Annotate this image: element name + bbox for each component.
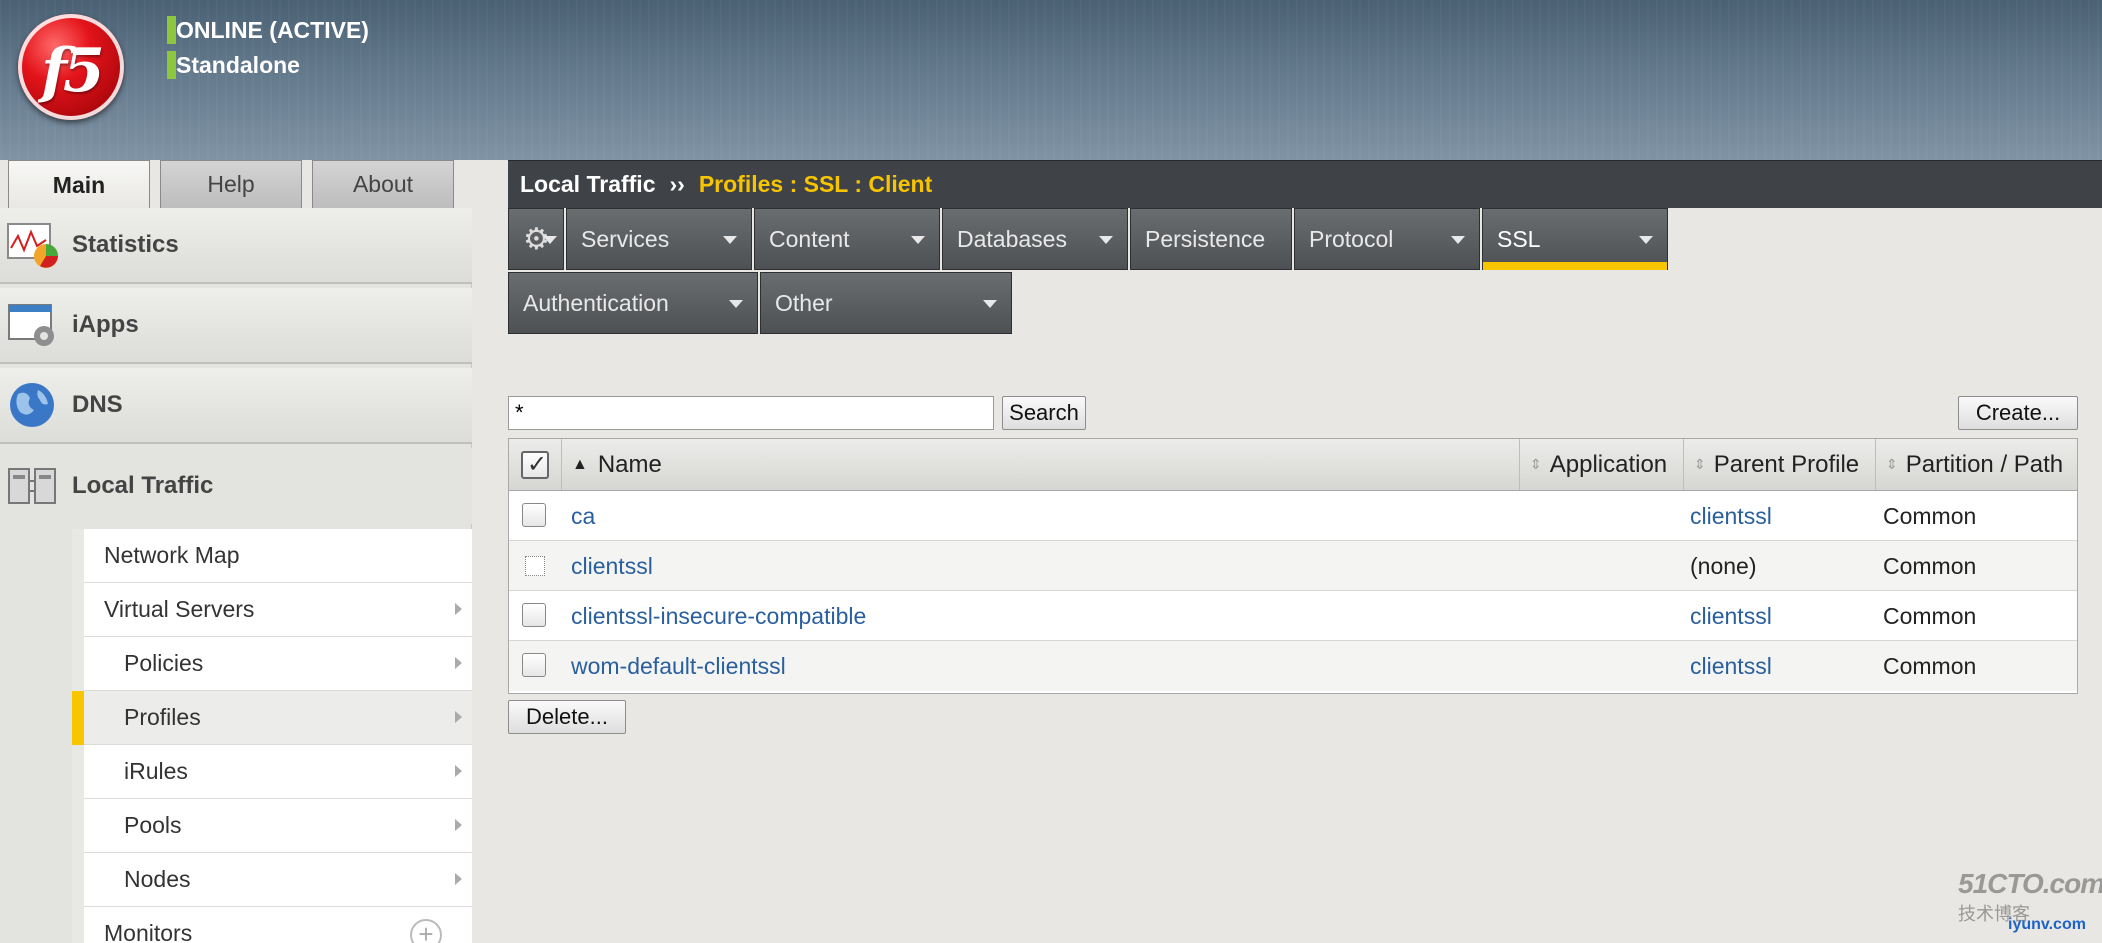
nav-ssl[interactable]: SSL — [1482, 208, 1668, 270]
profile-name-link[interactable]: ca — [571, 503, 595, 530]
sidebar-item-local-traffic[interactable]: Local Traffic — [0, 448, 472, 524]
status-online: ONLINE (ACTIVE) — [167, 16, 369, 44]
gear-menu-button[interactable]: ⚙ — [508, 208, 564, 270]
partition-cell: Common — [1883, 603, 1977, 629]
delete-button[interactable]: Delete... — [508, 700, 626, 734]
caret-down-icon — [729, 300, 743, 308]
breadcrumb-current: Profiles : SSL : Client — [698, 171, 933, 197]
caret-down-icon — [723, 236, 737, 244]
breadcrumb-separator: ›› — [669, 171, 685, 197]
search-button[interactable]: Search — [1002, 396, 1086, 430]
local-traffic-icon — [6, 461, 60, 511]
sort-ascending-icon: ▲ — [572, 455, 588, 473]
sidebar-item-irules[interactable]: iRules — [84, 745, 472, 799]
search-input[interactable] — [508, 396, 994, 430]
sidebar-item-pools[interactable]: Pools — [84, 799, 472, 853]
nav-content[interactable]: Content — [754, 208, 940, 270]
row-checkbox-disabled — [525, 556, 545, 576]
caret-down-icon — [1639, 236, 1653, 244]
parent-profile-link[interactable]: clientssl — [1690, 503, 1772, 530]
column-header-partition-path[interactable]: ⇕ Partition / Path — [1875, 439, 2077, 490]
chevron-right-icon — [455, 819, 462, 831]
chevron-right-icon — [455, 657, 462, 669]
header-banner: f5 ONLINE (ACTIVE) Standalone — [0, 0, 2102, 160]
column-header-parent-profile[interactable]: ⇕ Parent Profile — [1683, 439, 1875, 490]
f5-logo[interactable]: f5 — [18, 14, 124, 120]
sidebar-item-virtual-servers[interactable]: Virtual Servers — [84, 583, 472, 637]
column-header-application[interactable]: ⇕ Application — [1519, 439, 1683, 490]
table-row: clientssl (none) Common — [509, 541, 2077, 591]
row-checkbox[interactable] — [522, 503, 546, 527]
sidebar-item-monitors[interactable]: Monitors + — [84, 907, 472, 943]
iapps-icon — [6, 300, 60, 350]
nav-services[interactable]: Services — [566, 208, 752, 270]
partition-cell: Common — [1883, 553, 1977, 579]
row-checkbox[interactable] — [522, 603, 546, 627]
sidebar-item-dns[interactable]: DNS — [0, 368, 472, 444]
nav-persistence[interactable]: Persistence — [1130, 208, 1292, 270]
profile-name-link[interactable]: clientssl-insecure-compatible — [571, 603, 866, 630]
table-row: ca clientssl Common — [509, 491, 2077, 541]
chevron-right-icon — [455, 765, 462, 777]
profile-name-link[interactable]: wom-default-clientssl — [571, 653, 786, 680]
caret-down-icon — [1451, 236, 1465, 244]
nav-databases[interactable]: Databases — [942, 208, 1128, 270]
tab-help[interactable]: Help — [160, 160, 302, 208]
statistics-icon — [6, 220, 60, 270]
nav-authentication[interactable]: Authentication — [508, 272, 758, 334]
caret-down-icon — [543, 236, 557, 244]
chevron-right-icon — [455, 873, 462, 885]
parent-profile-link[interactable]: clientssl — [1690, 653, 1772, 680]
profile-name-link[interactable]: clientssl — [571, 553, 653, 580]
parent-profile-link[interactable]: clientssl — [1690, 603, 1772, 630]
select-all-column: ✓ — [509, 439, 561, 490]
partition-cell: Common — [1883, 653, 1977, 679]
breadcrumb-root[interactable]: Local Traffic — [520, 171, 655, 198]
column-header-name[interactable]: ▲ Name — [561, 439, 1527, 490]
caret-down-icon — [983, 300, 997, 308]
breadcrumb: Local Traffic ›› Profiles : SSL : Client — [508, 160, 2102, 208]
partition-cell: Common — [1883, 503, 1977, 529]
sort-icon: ⇕ — [1530, 456, 1542, 472]
watermark: 51CTO.com 技术博客 iyunv.com — [1958, 868, 2102, 933]
tab-main[interactable]: Main — [8, 160, 150, 210]
sidebar-item-profiles[interactable]: Profiles — [84, 691, 472, 745]
sidebar: Statistics iApps DNS Local Traffic Netwo… — [0, 208, 472, 943]
parent-profile-cell: (none) — [1690, 553, 1757, 579]
create-button[interactable]: Create... — [1958, 396, 2078, 430]
local-traffic-submenu: Network Map Virtual Servers Policies Pro… — [72, 529, 472, 943]
table-row: clientssl-insecure-compatible clientssl … — [509, 591, 2077, 641]
sidebar-item-policies[interactable]: Policies — [84, 637, 472, 691]
caret-down-icon — [911, 236, 925, 244]
profile-nav-menu: ⚙ Services Content Databases Persistence… — [508, 208, 2102, 336]
table-header: ✓ ▲ Name ⇕ Application ⇕ Parent Profile … — [509, 439, 2077, 491]
status-standalone: Standalone — [167, 51, 300, 79]
add-circle-icon[interactable]: + — [410, 919, 442, 943]
nav-protocol[interactable]: Protocol — [1294, 208, 1480, 270]
table-row: wom-default-clientssl clientssl Common — [509, 641, 2077, 691]
nav-other[interactable]: Other — [760, 272, 1012, 334]
chevron-right-icon — [455, 603, 462, 615]
sidebar-item-statistics[interactable]: Statistics — [0, 208, 472, 284]
sidebar-item-iapps[interactable]: iApps — [0, 288, 472, 364]
select-all-checkbox[interactable]: ✓ — [521, 450, 549, 479]
row-checkbox[interactable] — [522, 653, 546, 677]
sidebar-item-network-map[interactable]: Network Map — [84, 529, 472, 583]
profiles-table: ✓ ▲ Name ⇕ Application ⇕ Parent Profile … — [508, 438, 2078, 694]
selected-indicator — [72, 691, 84, 745]
sort-icon: ⇕ — [1886, 456, 1898, 472]
sidebar-item-nodes[interactable]: Nodes — [84, 853, 472, 907]
tab-about[interactable]: About — [312, 160, 454, 208]
dns-globe-icon — [6, 380, 60, 430]
sort-icon: ⇕ — [1694, 456, 1706, 472]
caret-down-icon — [1099, 236, 1113, 244]
checkmark-icon: ✓ — [527, 450, 548, 478]
chevron-right-icon — [455, 711, 462, 723]
